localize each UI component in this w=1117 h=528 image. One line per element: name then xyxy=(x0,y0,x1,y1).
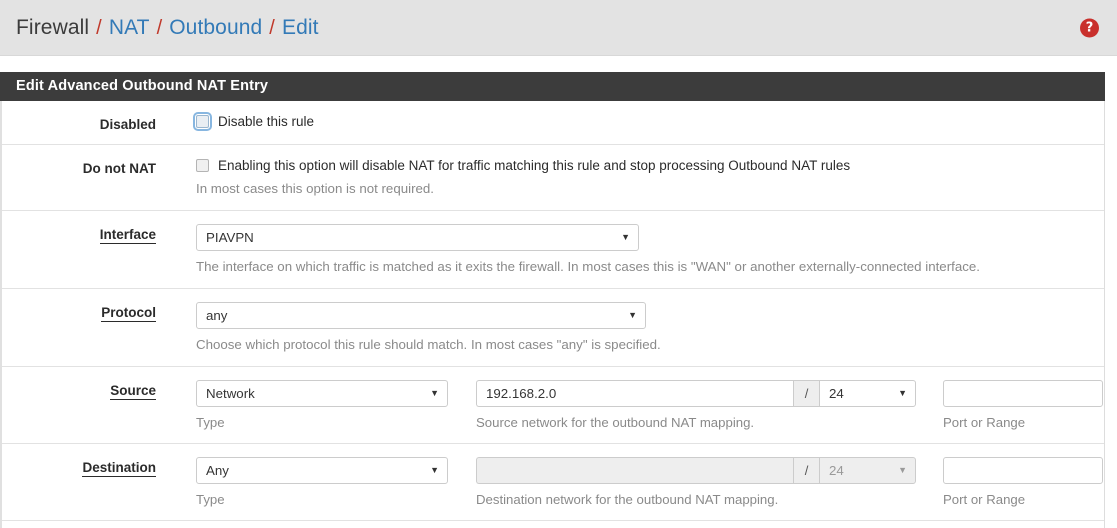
chevron-down-icon: ▼ xyxy=(621,232,630,243)
disable-rule-checkbox-label: Disable this rule xyxy=(218,114,315,129)
destination-address-cell: / 24 ▼ Destination network for the outbo… xyxy=(476,456,916,508)
breadcrumb-item-outbound[interactable]: Outbound xyxy=(169,16,262,40)
destination-port-input[interactable] xyxy=(943,456,1103,484)
destination-cidr-select-value: 24 xyxy=(829,462,844,478)
destination-type-cell: Any ▼ Type xyxy=(196,456,448,508)
do-not-nat-checkbox-label: Enabling this option will disable NAT fo… xyxy=(218,158,851,173)
breadcrumb-separator: / xyxy=(96,16,102,39)
destination-address-caption: Destination network for the outbound NAT… xyxy=(476,491,779,507)
label-source: Source xyxy=(2,380,168,431)
protocol-select[interactable]: any ▼ xyxy=(196,301,646,329)
form-row-destination: Destination Any ▼ Type / 24 ▼ Destinatio… xyxy=(2,444,1104,522)
chevron-down-icon: ▼ xyxy=(898,388,907,399)
disable-rule-checkbox[interactable] xyxy=(193,112,212,131)
do-not-nat-help-text: In most cases this option is not require… xyxy=(196,181,434,196)
source-address-cell: 192.168.2.0 / 24 ▼ Source network for th… xyxy=(476,379,916,431)
destination-type-select[interactable]: Any ▼ xyxy=(196,456,448,484)
destination-port-caption: Port or Range xyxy=(943,491,1026,507)
chevron-down-icon: ▼ xyxy=(430,465,439,476)
protocol-select-value: any xyxy=(206,307,228,323)
source-port-caption: Port or Range xyxy=(943,414,1026,430)
source-address-row: Network ▼ Type 192.168.2.0 / 24 ▼ Source… xyxy=(196,379,1104,431)
label-do-not-nat: Do not NAT xyxy=(82,161,156,176)
source-cidr-select-value: 24 xyxy=(829,385,844,401)
fields-do-not-nat: Enabling this option will disable NAT fo… xyxy=(168,158,1104,198)
source-type-select[interactable]: Network ▼ xyxy=(196,379,448,407)
content-spacer xyxy=(0,56,1117,72)
fields-source: Network ▼ Type 192.168.2.0 / 24 ▼ Source… xyxy=(168,379,1104,431)
panel-body: Disabled Disable this rule Do not NAT En… xyxy=(0,101,1105,528)
destination-type-select-value: Any xyxy=(206,462,229,478)
disable-this-rule-control[interactable]: Disable this rule xyxy=(193,112,1104,131)
destination-type-caption: Type xyxy=(196,491,225,507)
fields-disabled: Disable this rule xyxy=(168,112,1104,132)
fields-destination: Any ▼ Type / 24 ▼ Destination network fo… xyxy=(168,456,1104,508)
label-interface: Interface xyxy=(2,224,168,276)
interface-help-text: The interface on which traffic is matche… xyxy=(196,258,980,274)
destination-address-row: Any ▼ Type / 24 ▼ Destination network fo… xyxy=(196,456,1104,508)
label-protocol: Protocol xyxy=(2,302,168,354)
chevron-down-icon: ▼ xyxy=(898,465,907,476)
fields-protocol: any ▼ Choose which protocol this rule sh… xyxy=(168,301,1104,354)
breadcrumb-separator: / xyxy=(269,16,275,39)
fields-interface: PIAVPN ▼ The interface on which traffic … xyxy=(168,223,1104,276)
source-type-cell: Network ▼ Type xyxy=(196,379,448,431)
help-icon[interactable]: ? xyxy=(1080,18,1099,37)
destination-cidr-select: 24 ▼ xyxy=(819,456,916,484)
label-protocol-text: Protocol xyxy=(101,304,156,322)
source-address-input-group: 192.168.2.0 / 24 ▼ xyxy=(476,379,916,407)
breadcrumb-item-nat[interactable]: NAT xyxy=(109,16,150,40)
breadcrumb-separator: / xyxy=(156,16,163,39)
label-destination-text: Destination xyxy=(82,459,156,477)
destination-port-cell: Port or Range xyxy=(943,456,1103,508)
source-cidr-select[interactable]: 24 ▼ xyxy=(819,379,916,407)
destination-address-input xyxy=(476,456,793,484)
label-disabled: Disabled xyxy=(99,117,156,132)
form-row-not: Not Invert the sense of the destination … xyxy=(2,521,1104,528)
breadcrumb: Firewall / NAT / Outbound / Edit xyxy=(16,16,319,40)
breadcrumb-item-firewall: Firewall xyxy=(16,15,90,39)
label-destination: Destination xyxy=(2,457,168,508)
source-port-cell: Port or Range xyxy=(943,379,1103,431)
form-row-do-not-nat: Do not NAT Enabling this option will dis… xyxy=(2,145,1104,211)
protocol-help-text: Choose which protocol this rule should m… xyxy=(196,336,661,352)
source-port-input[interactable] xyxy=(943,379,1103,407)
source-type-select-value: Network xyxy=(206,385,255,401)
do-not-nat-checkbox[interactable] xyxy=(196,159,209,172)
source-type-caption: Type xyxy=(196,414,225,430)
source-address-input[interactable]: 192.168.2.0 xyxy=(476,379,793,407)
source-slash-addon: / xyxy=(793,379,819,407)
breadcrumb-bar: Firewall / NAT / Outbound / Edit ? xyxy=(0,0,1117,56)
edit-outbound-nat-panel: Edit Advanced Outbound NAT Entry Disable… xyxy=(0,72,1105,528)
form-row-protocol: Protocol any ▼ Choose which protocol thi… xyxy=(2,289,1104,367)
chevron-down-icon: ▼ xyxy=(628,310,637,321)
label-interface-text: Interface xyxy=(99,226,156,244)
label-source-text: Source xyxy=(110,382,156,400)
form-row-interface: Interface PIAVPN ▼ The interface on whic… xyxy=(2,211,1104,289)
source-address-caption: Source network for the outbound NAT mapp… xyxy=(476,414,755,430)
do-not-nat-control[interactable]: Enabling this option will disable NAT fo… xyxy=(196,158,1104,173)
interface-select[interactable]: PIAVPN ▼ xyxy=(196,223,639,251)
interface-select-value: PIAVPN xyxy=(206,229,254,245)
destination-address-input-group: / 24 ▼ xyxy=(476,456,916,484)
form-row-disabled: Disabled Disable this rule xyxy=(2,101,1104,145)
panel-title: Edit Advanced Outbound NAT Entry xyxy=(0,72,1105,101)
destination-slash-addon: / xyxy=(793,456,819,484)
breadcrumb-item-edit[interactable]: Edit xyxy=(282,16,319,40)
form-row-source: Source Network ▼ Type 192.168.2.0 / 24 ▼… xyxy=(2,367,1104,444)
chevron-down-icon: ▼ xyxy=(430,388,439,399)
